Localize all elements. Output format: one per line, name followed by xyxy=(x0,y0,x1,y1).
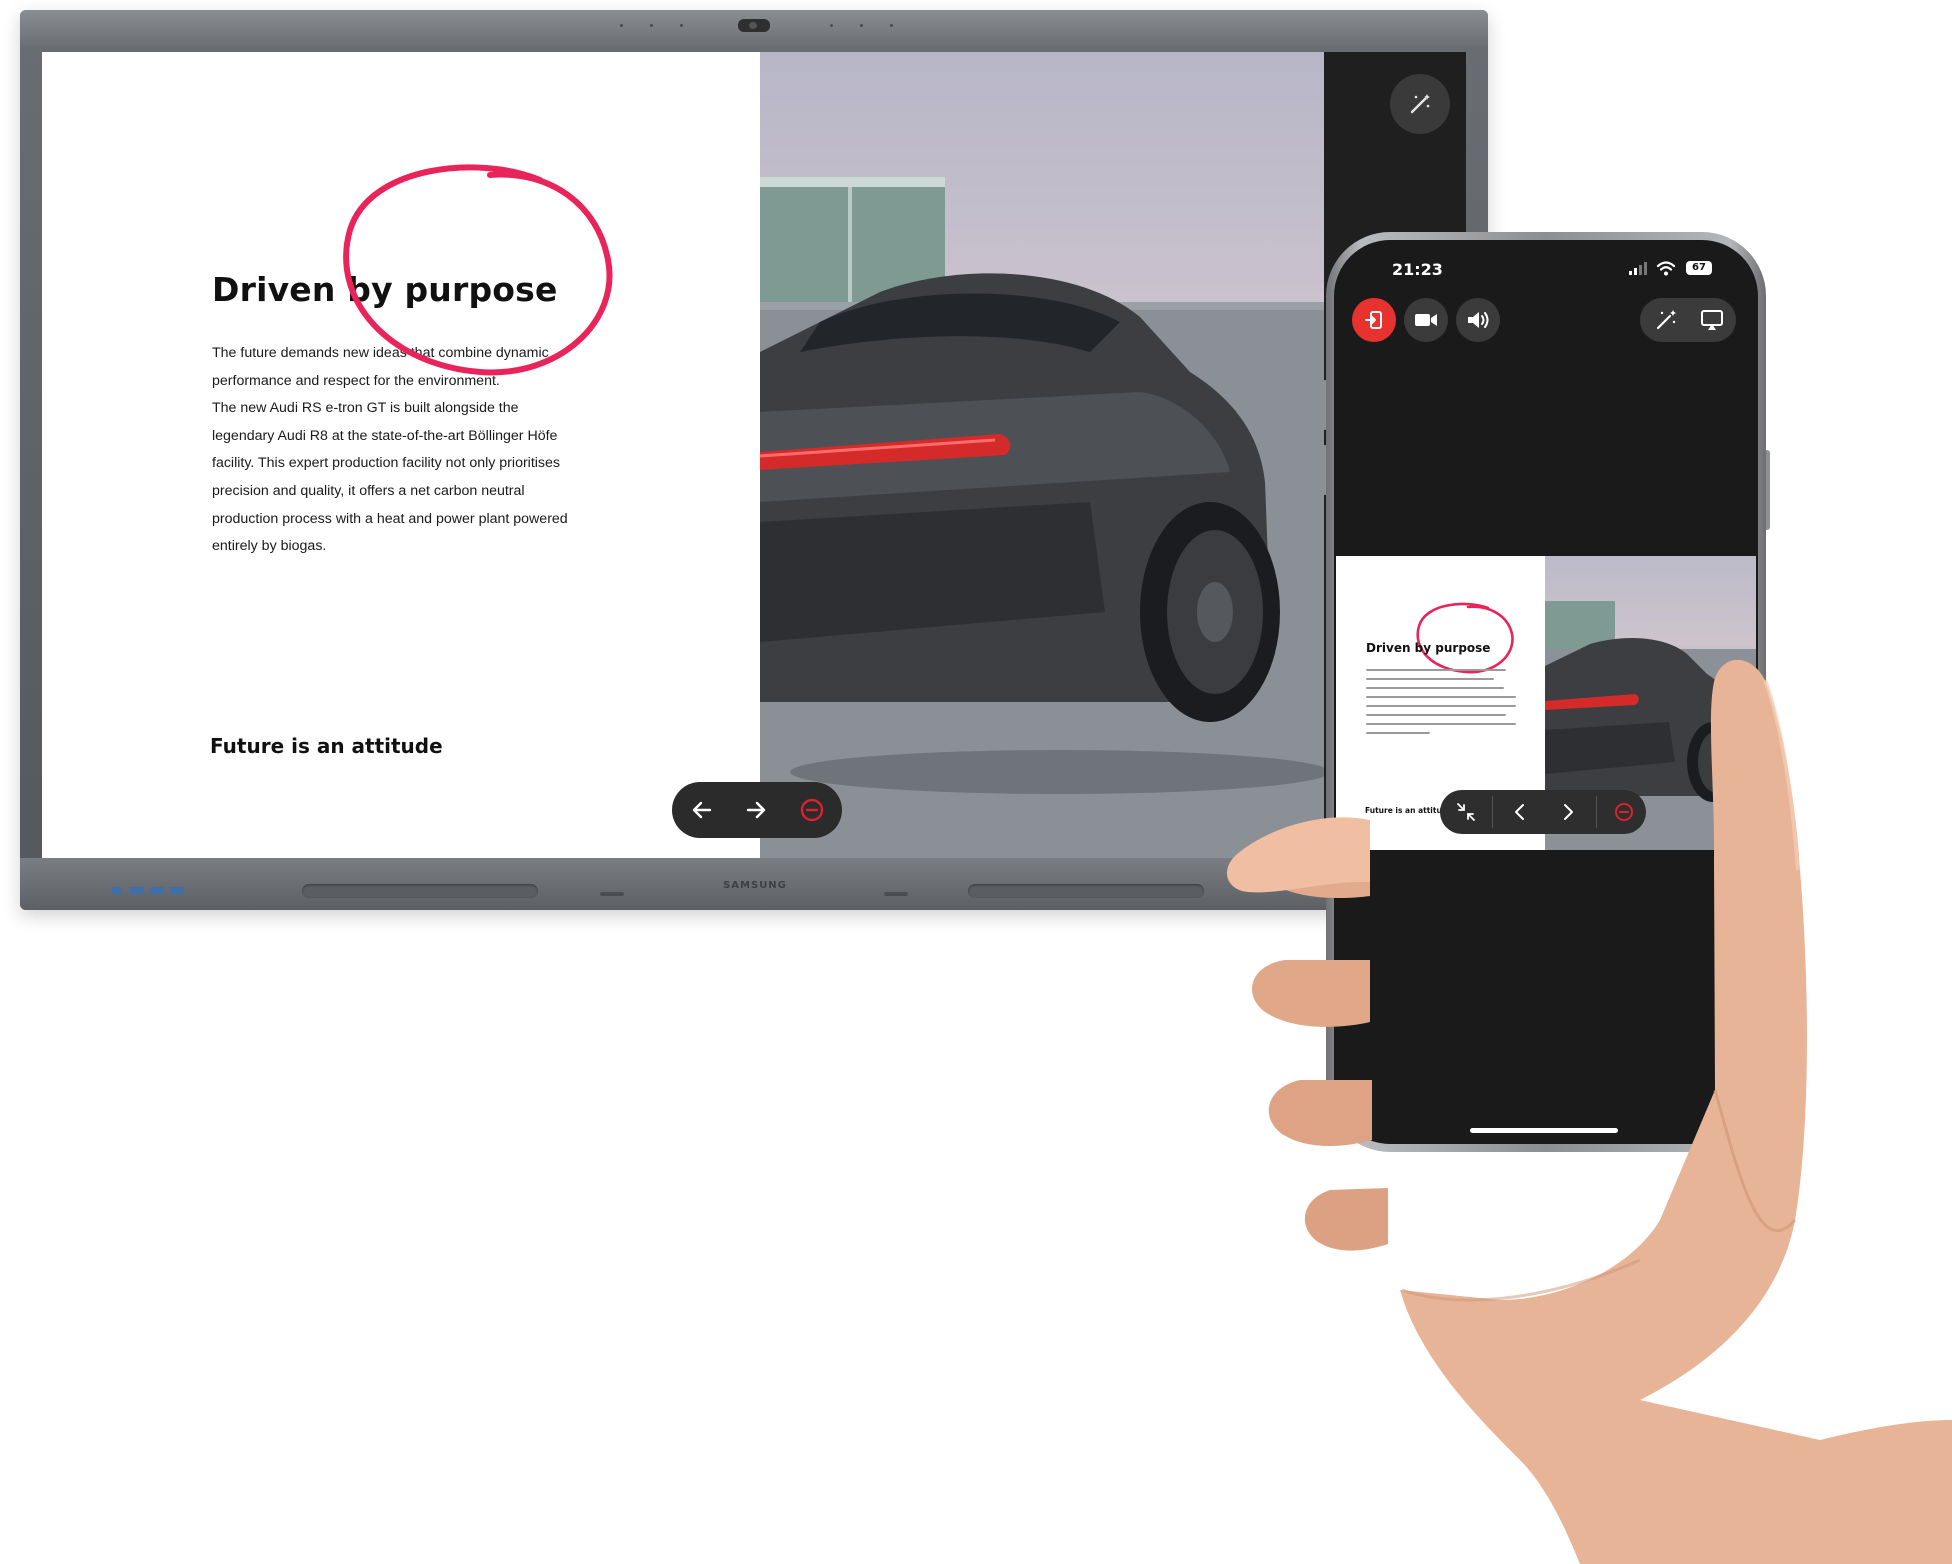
display-sensor xyxy=(884,892,908,896)
stop-icon xyxy=(800,798,824,822)
usb-port xyxy=(150,887,164,894)
arrow-right-icon xyxy=(746,801,766,819)
slide-body-line: entirely by biogas. xyxy=(212,538,327,555)
camera-toggle-button[interactable] xyxy=(1404,298,1448,342)
magic-wand-icon xyxy=(1410,94,1430,114)
audio-toggle-button[interactable] xyxy=(1456,298,1500,342)
mic-dot xyxy=(680,24,683,27)
speaker-icon xyxy=(1468,312,1489,328)
hand-holding-phone xyxy=(1226,660,1952,1564)
magic-wand-button[interactable] xyxy=(1646,300,1686,340)
slide-subtitle: Future is an attitude xyxy=(210,734,443,758)
speaker-grille xyxy=(968,884,1204,898)
mic-dot xyxy=(890,24,893,27)
slide-body-line: facility. This expert production facilit… xyxy=(212,455,561,472)
exit-share-icon xyxy=(1365,311,1382,329)
status-time: 21:23 xyxy=(1392,260,1443,279)
previous-slide-button[interactable] xyxy=(684,792,720,828)
usb-port xyxy=(130,887,144,894)
exit-share-button[interactable] xyxy=(1352,298,1396,342)
cellular-signal-icon xyxy=(1629,262,1647,275)
usb-port xyxy=(112,887,122,894)
slide-body-line: legendary Audi R8 at the state-of-the-ar… xyxy=(212,427,558,444)
mic-dot xyxy=(830,24,833,27)
mic-dot xyxy=(860,24,863,27)
usb-port xyxy=(170,887,184,894)
slide-body-line: precision and quality, it offers a net c… xyxy=(212,482,525,499)
cast-screen-button[interactable] xyxy=(1692,300,1732,340)
mic-dot xyxy=(650,24,653,27)
speaker-grille xyxy=(302,884,538,898)
slide-body-line: The new Audi RS e-tron GT is built along… xyxy=(212,400,519,417)
stop-presentation-button[interactable] xyxy=(794,792,830,828)
display-camera xyxy=(738,19,770,32)
camera-icon xyxy=(1415,314,1437,326)
wifi-icon xyxy=(1656,261,1676,276)
mic-dot xyxy=(620,24,623,27)
display-brand-logo: SAMSUNG xyxy=(723,880,787,891)
magic-wand-button[interactable] xyxy=(1390,74,1450,134)
arrow-left-icon xyxy=(692,801,712,819)
next-slide-button[interactable] xyxy=(738,792,774,828)
mirrored-slide-title: Driven by purpose xyxy=(1366,641,1491,655)
display-sensor xyxy=(600,892,624,896)
battery-indicator: 67 xyxy=(1686,261,1712,275)
annotation-circle xyxy=(343,164,613,376)
magic-wand-icon xyxy=(1656,310,1676,330)
slide-body-line: production process with a heat and power… xyxy=(212,510,568,527)
cast-screen-icon xyxy=(1701,310,1723,330)
